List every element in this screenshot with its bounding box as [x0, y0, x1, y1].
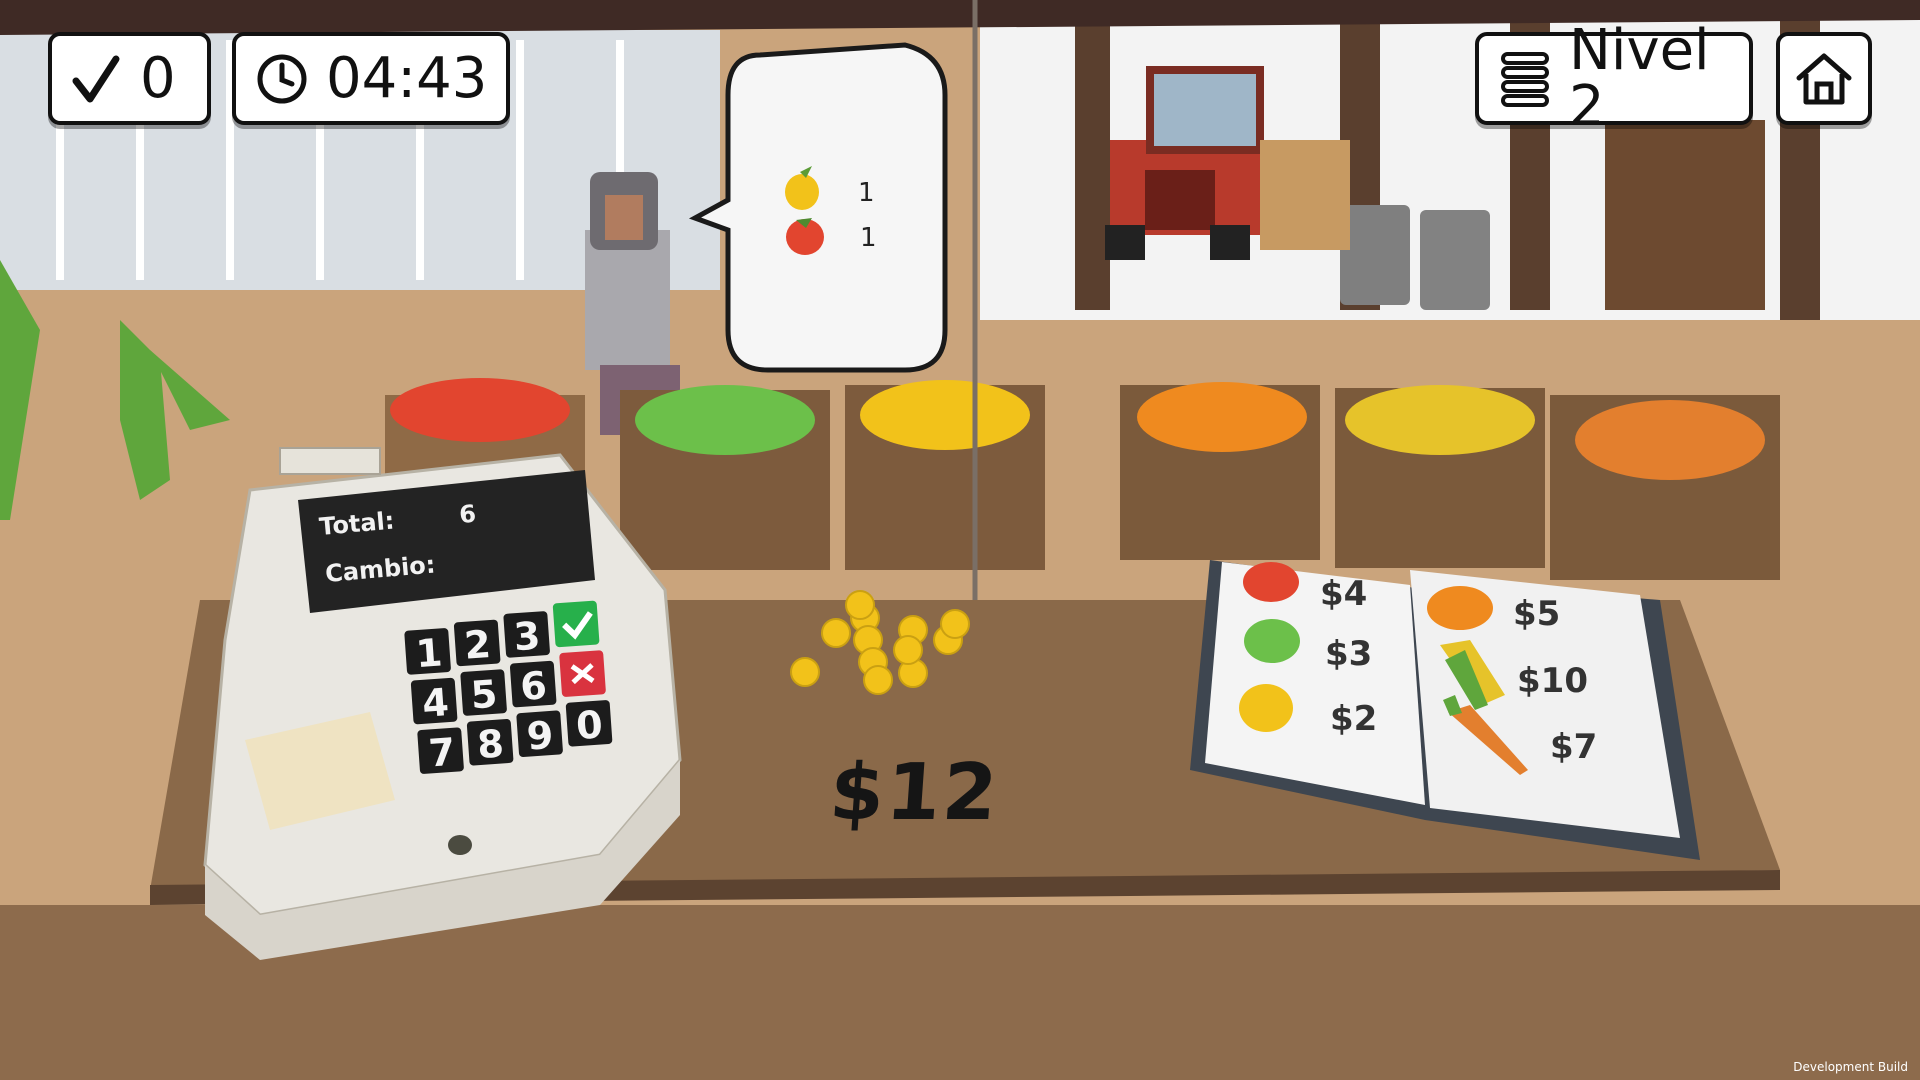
level-menu-button[interactable]: Nivel 2: [1475, 22, 1753, 134]
score-counter: 0: [48, 32, 211, 125]
key-0-label: 0: [575, 702, 604, 748]
key-2-label: 2: [463, 622, 492, 668]
key-4-label: 4: [421, 680, 450, 726]
barrel: [1340, 205, 1410, 305]
check-icon: [72, 55, 120, 102]
key-1-label: 1: [414, 630, 443, 676]
crate-apples[interactable]: [620, 385, 830, 570]
price-apple-icon: [1244, 619, 1300, 663]
price-apple: $3: [1325, 634, 1372, 674]
price-tomato: $4: [1320, 574, 1367, 614]
level-label: Nivel 2: [1569, 17, 1710, 139]
key-5-label: 5: [469, 672, 498, 718]
money-on-counter: $12: [826, 748, 1002, 838]
price-carrot: $7: [1550, 727, 1597, 767]
crate-carrots[interactable]: [1550, 395, 1780, 580]
drawer-knob[interactable]: [448, 835, 472, 855]
price-lemon-icon: [1239, 684, 1293, 732]
crate-stack: [1260, 140, 1350, 250]
key-3-label: 3: [512, 614, 541, 660]
clock-icon: [257, 54, 307, 103]
price-pumpkin-icon: [1427, 586, 1493, 630]
price-corn: $10: [1517, 661, 1588, 701]
menu-icon: [1501, 51, 1549, 107]
barn-door: [1605, 120, 1765, 310]
timer: 04:43: [232, 32, 510, 125]
price-lemon: $2: [1330, 699, 1377, 739]
key-7-label: 7: [427, 730, 456, 776]
price-pumpkin: $5: [1513, 594, 1560, 634]
barrel: [1420, 210, 1490, 310]
order-bubble: 1 1: [688, 42, 948, 373]
key-9-label: 9: [525, 713, 554, 759]
register-total-value: 6: [458, 500, 477, 529]
home-icon: [1796, 53, 1852, 104]
score-value: 0: [140, 45, 176, 111]
crate-pumpkins[interactable]: [1120, 382, 1320, 560]
price-tomato-icon: [1243, 562, 1299, 602]
confirm-key[interactable]: [552, 600, 600, 648]
key-6-label: 6: [519, 663, 548, 709]
game-scene: 1 1 Total: 6 Cambio: 1 2 3 4 5 6 7 8 9 0…: [0, 0, 1920, 1080]
timer-value: 04:43: [326, 45, 488, 111]
home-button[interactable]: [1776, 32, 1872, 125]
order-qty-lemon: 1: [858, 178, 875, 208]
key-8-label: 8: [476, 721, 505, 767]
crate-corn[interactable]: [1335, 385, 1545, 568]
cash-register[interactable]: Total: 6 Cambio: 1 2 3 4 5 6 7 8 9 0: [203, 447, 682, 960]
register-display-top: [279, 447, 381, 475]
order-qty-tomato: 1: [860, 223, 877, 253]
barn-beam: [1075, 20, 1110, 310]
crate-lemons[interactable]: [845, 380, 1045, 570]
development-build-label: Development Build: [1793, 1060, 1908, 1074]
